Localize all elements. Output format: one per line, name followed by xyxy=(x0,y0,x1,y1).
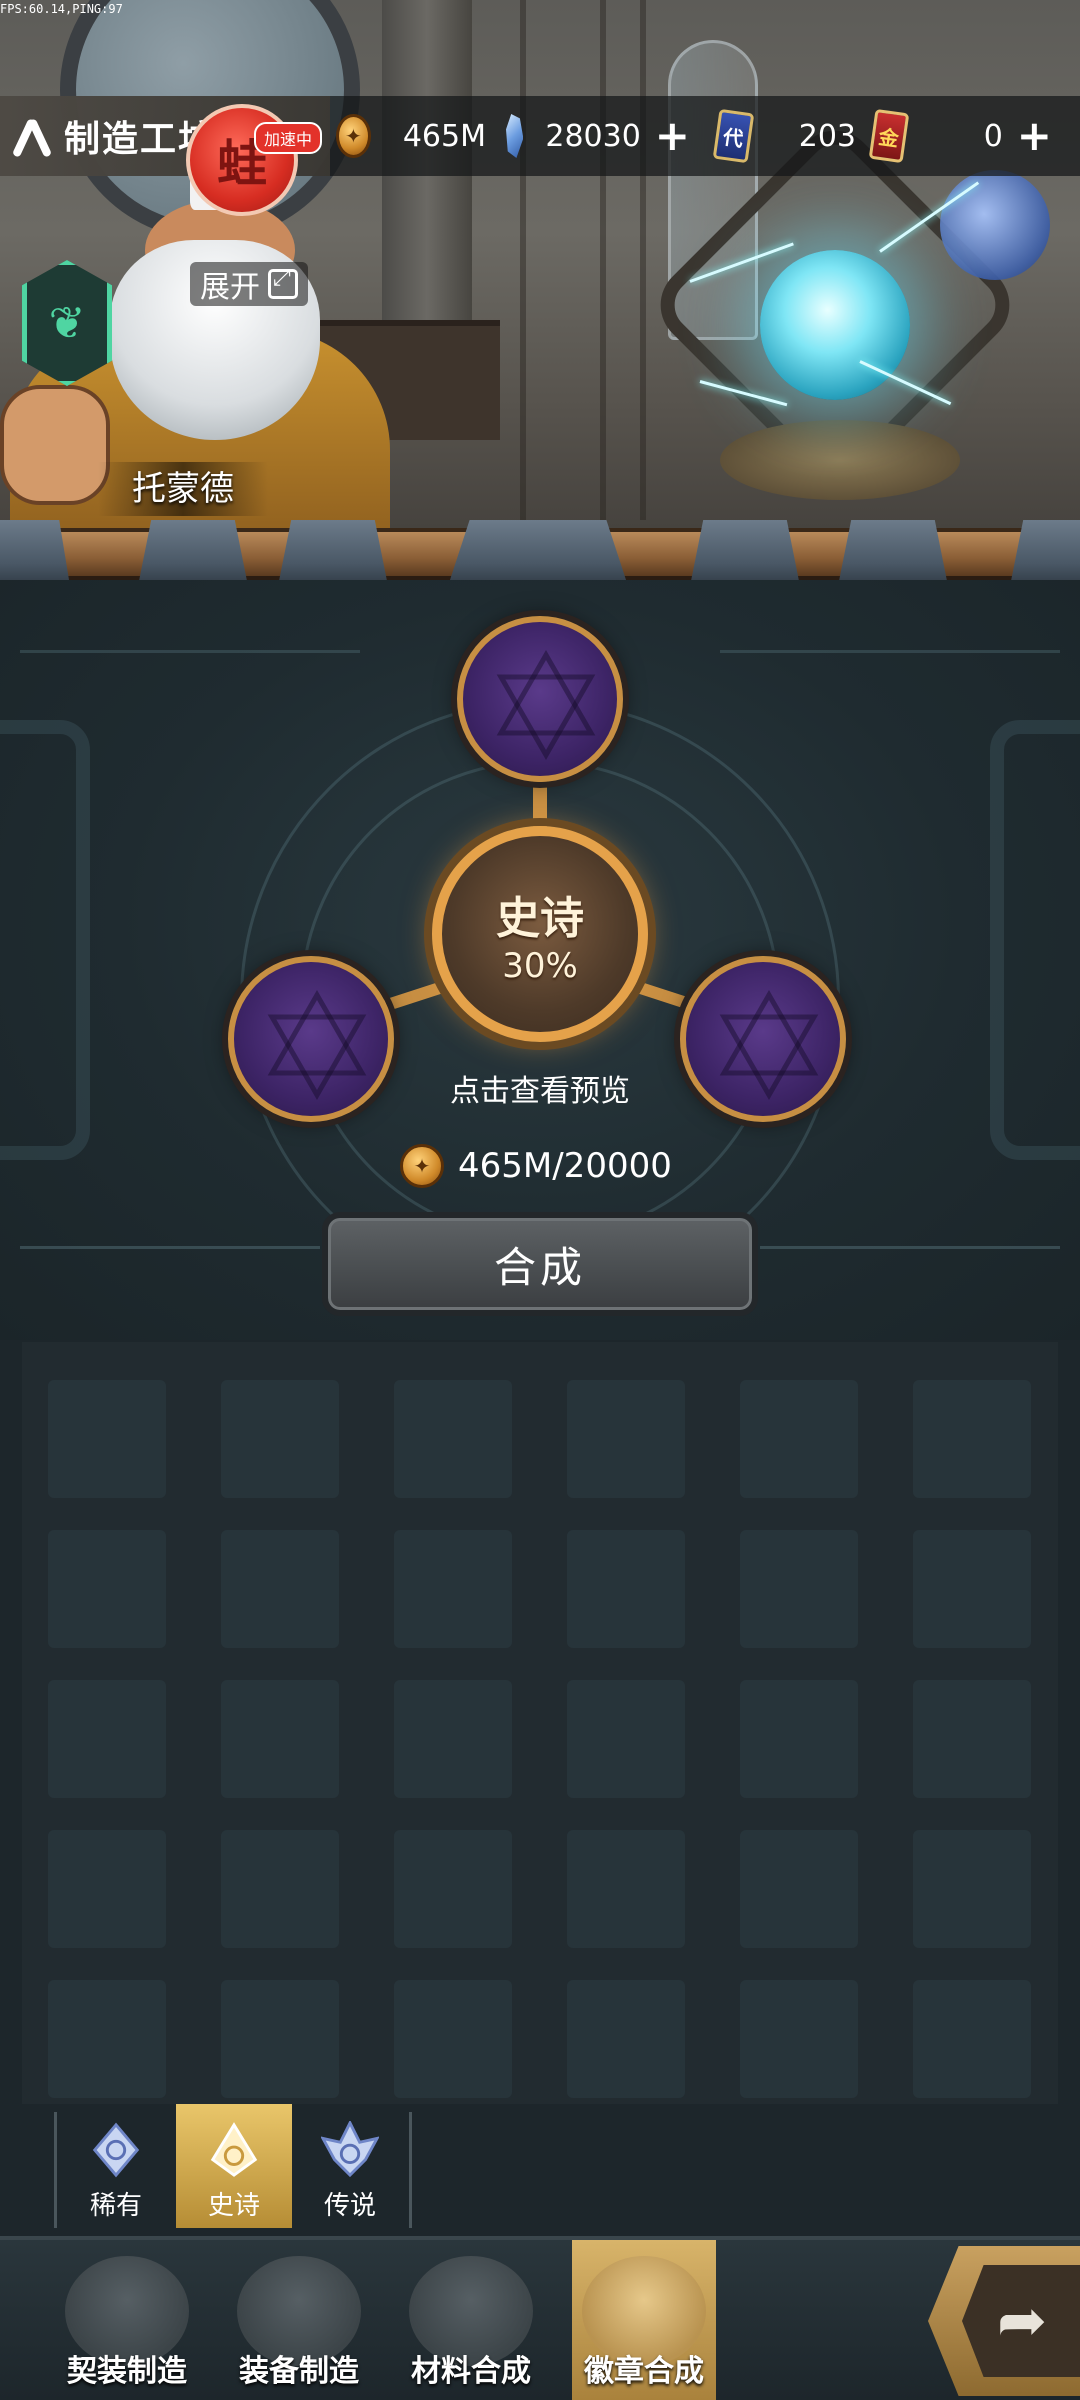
inventory-slot[interactable] xyxy=(48,1530,166,1648)
inventory-slot[interactable] xyxy=(567,1830,685,1948)
inventory-slot[interactable] xyxy=(913,1530,1031,1648)
inventory-slot[interactable] xyxy=(740,1980,858,2098)
machine-base xyxy=(720,420,960,500)
hero-name: 托蒙德 xyxy=(98,462,268,516)
inventory-slot[interactable] xyxy=(913,1830,1031,1948)
inventory-slot[interactable] xyxy=(48,1380,166,1498)
preview-hint: 点击查看预览 xyxy=(450,1074,630,1109)
blue-orb xyxy=(940,170,1050,280)
inventory-slot[interactable] xyxy=(48,1980,166,2098)
voucher-resource: 代 203 xyxy=(712,106,856,166)
inventory-slot[interactable] xyxy=(221,1830,339,1948)
expand-button[interactable]: 展开 xyxy=(190,262,308,306)
add-gold-card-button[interactable]: + xyxy=(1017,115,1052,157)
expand-label: 展开 xyxy=(200,270,260,305)
fps-readout: FPS:60.14,PING:97 xyxy=(0,2,123,16)
craft-button[interactable]: 合成 xyxy=(322,1212,758,1316)
inventory-slot[interactable] xyxy=(913,1680,1031,1798)
rare-rank-icon xyxy=(92,2122,140,2178)
badge-inventory-grid xyxy=(22,1342,1058,2104)
result-preview-button[interactable]: 史诗 30% xyxy=(432,826,648,1042)
nav-badge-synthesis[interactable]: 徽章合成 xyxy=(572,2240,716,2400)
inventory-slot[interactable] xyxy=(913,1380,1031,1498)
inventory-slot[interactable] xyxy=(567,1680,685,1798)
craft-cost: ✦ 465M/20000 xyxy=(400,1138,840,1194)
share-arrow-icon: ➦ xyxy=(962,2265,1080,2377)
crystal-resource: 28030 + xyxy=(506,106,690,166)
inventory-slot[interactable] xyxy=(394,1380,512,1498)
material-slot-top[interactable] xyxy=(457,616,623,782)
inventory-slot[interactable] xyxy=(394,1980,512,2098)
inventory-slot[interactable] xyxy=(221,1380,339,1498)
cost-value: 465M/20000 xyxy=(458,1146,672,1186)
coin-resource: ✦ 465M xyxy=(336,106,486,166)
crystal-icon xyxy=(506,114,524,158)
tab-epic[interactable]: 史诗 xyxy=(176,2104,292,2228)
epic-rank-icon xyxy=(210,2122,258,2177)
inventory-slot[interactable] xyxy=(394,1530,512,1648)
inventory-slot[interactable] xyxy=(567,1980,685,2098)
workshop-scene: ❦ 托蒙德 展开 xyxy=(0,0,1080,580)
crafting-orb[interactable] xyxy=(760,250,910,400)
inventory-slot[interactable] xyxy=(913,1980,1031,2098)
result-rarity: 史诗 xyxy=(496,893,584,944)
inventory-slot[interactable] xyxy=(221,1680,339,1798)
crystal-value: 28030 xyxy=(545,118,641,154)
share-button[interactable]: ➦ xyxy=(928,2246,1080,2396)
tools-icon xyxy=(14,114,50,158)
result-rate: 30% xyxy=(502,946,578,986)
workshop-screen: ❦ 托蒙德 展开 制造工坊 蛙 加速中 ✦ 465M 28030 + 代 203… xyxy=(0,0,1080,2400)
coin-icon: ✦ xyxy=(400,1144,444,1188)
gold-card-value: 0 xyxy=(983,118,1003,154)
speedup-tag: 加速中 xyxy=(254,122,323,154)
inventory-slot[interactable] xyxy=(48,1680,166,1798)
tab-rare[interactable]: 稀有 xyxy=(58,2104,174,2228)
inventory-slot[interactable] xyxy=(567,1530,685,1648)
inventory-slot[interactable] xyxy=(740,1380,858,1498)
legend-rank-icon xyxy=(321,2121,379,2178)
speedup-button[interactable]: 蛙 xyxy=(186,104,298,216)
inventory-slot[interactable] xyxy=(394,1830,512,1948)
inventory-slot[interactable] xyxy=(48,1830,166,1948)
add-crystal-button[interactable]: + xyxy=(655,115,690,157)
voucher-card-icon: 代 xyxy=(712,108,755,164)
coin-value: 465M xyxy=(402,118,486,154)
nav-material-synthesis[interactable]: 材料合成 xyxy=(396,2240,546,2400)
inventory-slot[interactable] xyxy=(394,1680,512,1798)
tab-legend[interactable]: 传说 xyxy=(292,2104,408,2228)
inventory-slot[interactable] xyxy=(221,1980,339,2098)
inventory-slot[interactable] xyxy=(567,1380,685,1498)
inventory-slot[interactable] xyxy=(221,1530,339,1648)
expand-icon xyxy=(268,266,298,299)
voucher-value: 203 xyxy=(798,118,856,154)
inventory-slot[interactable] xyxy=(740,1830,858,1948)
inventory-slot[interactable] xyxy=(740,1680,858,1798)
gold-card-resource: 金 0 + xyxy=(868,106,1052,166)
gold-card-icon: 金 xyxy=(868,108,910,164)
element-badge-icon: ❦ xyxy=(22,260,112,386)
nav-pact-crafting[interactable]: 契装制造 xyxy=(52,2240,202,2400)
inventory-slot[interactable] xyxy=(740,1530,858,1648)
nav-equipment-crafting[interactable]: 装备制造 xyxy=(224,2240,374,2400)
coin-icon: ✦ xyxy=(336,114,371,158)
